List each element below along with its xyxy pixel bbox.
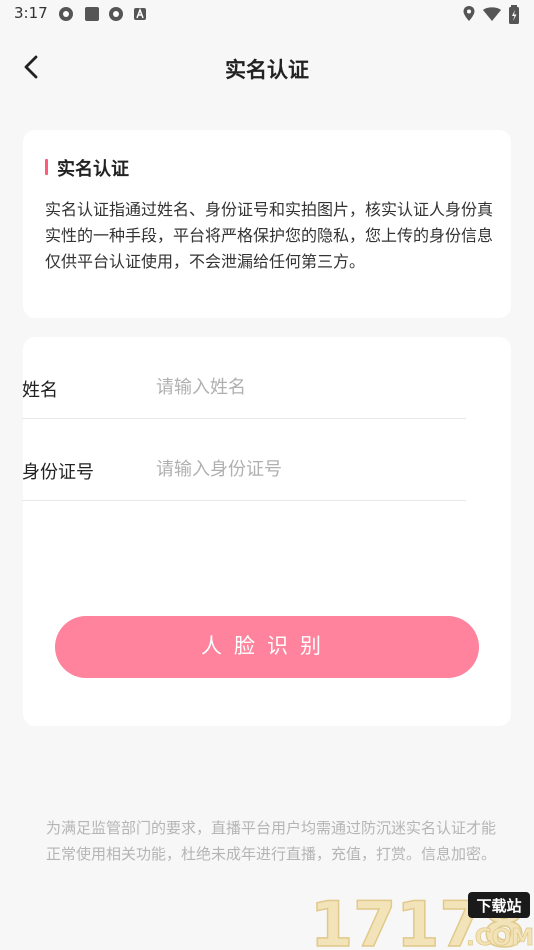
a-notification-icon [134,7,146,20]
id-number-input[interactable] [156,454,456,484]
id-number-label: 身份证号 [22,462,94,483]
page-title: 实名认证 [225,58,309,82]
intro-heading: 实名认证 [45,155,129,181]
app-notification-icon-2 [109,7,123,21]
app-notification-icon [59,7,73,21]
id-number-row: 身份证号 [22,440,466,501]
site-watermark-logo: 17178 下载站 .COM [309,888,534,950]
name-row: 姓名 [22,358,466,419]
footer-note: 为满足监管部门的要求，直播平台用户均需通过防沉迷实名认证才能正常使用相关功能，杜… [46,819,497,863]
square-notification-icon [85,7,99,21]
wifi-icon [483,7,501,21]
name-label: 姓名 [22,380,58,401]
name-input[interactable] [156,372,456,402]
status-bar: 3:17 [0,0,534,30]
location-icon [463,6,475,21]
intro-card: 实名认证 实名认证指通过姓名、身份证号和实拍图片，核实认证人身份真实性的一种手段… [23,130,511,318]
top-bar: 实名认证 [0,40,534,96]
watermark-suffix: .COM [466,925,534,950]
battery-icon [509,5,519,24]
intro-description: 实名认证指通过姓名、身份证号和实拍图片，核实认证人身份真实性的一种手段，平台将严… [45,200,494,271]
watermark-badge: 下载站 [476,897,521,915]
status-time: 3:17 [14,4,48,22]
face-recognition-button[interactable]: 人脸识别 [55,616,479,678]
